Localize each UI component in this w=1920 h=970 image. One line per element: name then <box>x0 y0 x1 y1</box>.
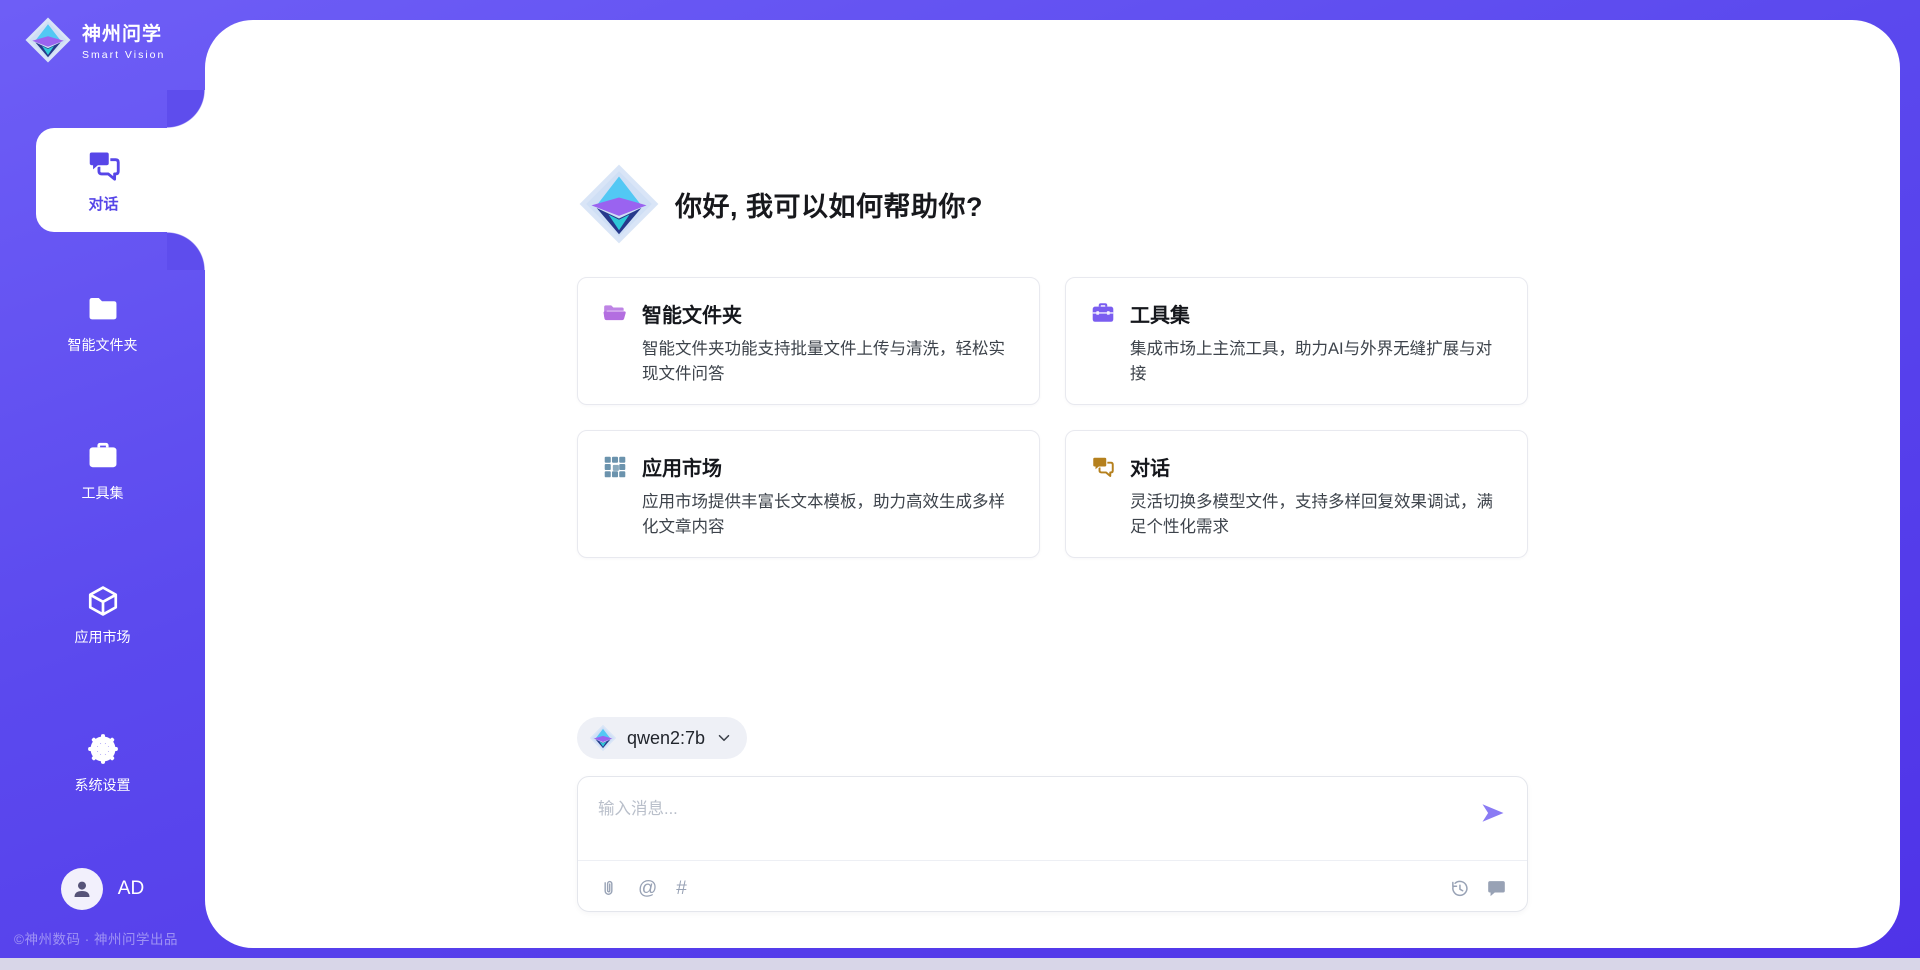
user-account[interactable]: AD <box>0 868 205 910</box>
card-app-market[interactable]: 应用市场 应用市场提供丰富长文本模板，助力高效生成多样化文章内容 <box>577 430 1040 558</box>
sidebar-item-label: 应用市场 <box>75 627 131 647</box>
sidebar: 神州问学 Smart Vision 对话 智能文件夹 工具集 应用市场 系统设置 <box>0 0 205 958</box>
send-icon <box>1479 799 1507 827</box>
copyright-footer: ©神州数码 · 神州问学出品 <box>14 928 178 948</box>
sidebar-item-settings[interactable]: 系统设置 <box>0 732 205 795</box>
feature-cards: 智能文件夹 智能文件夹功能支持批量文件上传与清洗，轻松实现文件问答 工具集 集成… <box>577 277 1528 558</box>
folder-icon <box>86 292 120 326</box>
card-title: 工具集 <box>1130 299 1190 328</box>
card-description: 集成市场上主流工具，助力AI与外界无缝扩展与对接 <box>1130 337 1503 387</box>
message-composer: @ # <box>577 776 1528 912</box>
new-chat-button[interactable] <box>1486 878 1507 899</box>
history-icon <box>1449 878 1470 899</box>
sidebar-item-smart-folder[interactable]: 智能文件夹 <box>0 292 205 355</box>
card-header: 智能文件夹 <box>602 299 1015 328</box>
user-initials: AD <box>118 878 144 900</box>
sidebar-item-label: 系统设置 <box>75 775 131 795</box>
card-description: 应用市场提供丰富长文本模板，助力高效生成多样化文章内容 <box>642 490 1015 540</box>
folder-open-icon <box>602 301 628 327</box>
composer-toolbar: @ # <box>578 861 1527 916</box>
briefcase-icon <box>1090 301 1116 327</box>
card-smart-folder[interactable]: 智能文件夹 智能文件夹功能支持批量文件上传与清洗，轻松实现文件问答 <box>577 277 1040 405</box>
paperclip-icon <box>598 878 619 899</box>
attach-file-button[interactable] <box>598 878 619 899</box>
app-background: 神州问学 Smart Vision 对话 智能文件夹 工具集 应用市场 系统设置 <box>0 0 1920 958</box>
send-button[interactable] <box>1479 799 1507 827</box>
greeting-text: 你好, 我可以如何帮助你? <box>675 185 983 224</box>
gear-icon <box>86 732 120 766</box>
brand-diamond-logo <box>24 16 72 64</box>
brand: 神州问学 Smart Vision <box>24 16 165 64</box>
card-description: 灵活切换多模型文件，支持多样回复效果调试，满足个性化需求 <box>1130 490 1503 540</box>
avatar <box>61 868 103 910</box>
brand-name: 神州问学 <box>82 19 165 46</box>
history-button[interactable] <box>1449 878 1470 899</box>
mention-button[interactable]: @ <box>638 879 657 898</box>
card-toolset[interactable]: 工具集 集成市场上主流工具，助力AI与外界无缝扩展与对接 <box>1065 277 1528 405</box>
brand-diamond-logo <box>577 162 661 246</box>
card-header: 对话 <box>1090 452 1503 481</box>
card-chat[interactable]: 对话 灵活切换多模型文件，支持多样回复效果调试，满足个性化需求 <box>1065 430 1528 558</box>
window-bottom-strip <box>0 958 1920 970</box>
message-input[interactable] <box>578 777 1527 855</box>
chat-bubbles-icon <box>1090 454 1116 480</box>
chat-bubbles-icon <box>85 147 123 185</box>
chevron-down-icon <box>715 729 733 747</box>
brand-diamond-logo <box>589 724 617 752</box>
composer-toolbar-right <box>1449 878 1507 899</box>
sidebar-item-chat[interactable]: 对话 <box>36 128 205 232</box>
sidebar-item-label: 工具集 <box>82 483 124 503</box>
hashtag-button[interactable]: # <box>676 879 687 898</box>
sidebar-item-label: 智能文件夹 <box>68 335 138 355</box>
main-content: 你好, 我可以如何帮助你? 智能文件夹 智能文件夹功能支持批量文件上传与清洗，轻… <box>577 20 1528 912</box>
card-description: 智能文件夹功能支持批量文件上传与清洗，轻松实现文件问答 <box>642 337 1015 387</box>
brand-subtitle: Smart Vision <box>82 49 165 61</box>
card-header: 应用市场 <box>602 452 1015 481</box>
model-name: qwen2:7b <box>627 728 705 749</box>
card-title: 智能文件夹 <box>642 299 742 328</box>
main-panel: 你好, 我可以如何帮助你? 智能文件夹 智能文件夹功能支持批量文件上传与清洗，轻… <box>205 20 1900 948</box>
briefcase-icon <box>86 440 120 474</box>
card-title: 应用市场 <box>642 452 722 481</box>
grid-icon <box>602 454 628 480</box>
sidebar-item-toolset[interactable]: 工具集 <box>0 440 205 503</box>
cube-icon <box>86 584 120 618</box>
card-header: 工具集 <box>1090 299 1503 328</box>
sidebar-item-app-market[interactable]: 应用市场 <box>0 584 205 647</box>
model-selector[interactable]: qwen2:7b <box>577 717 747 759</box>
sidebar-item-label: 对话 <box>88 193 118 214</box>
chat-square-icon <box>1486 878 1507 899</box>
person-icon <box>70 877 94 901</box>
card-title: 对话 <box>1130 452 1170 481</box>
greeting: 你好, 我可以如何帮助你? <box>577 162 1528 246</box>
